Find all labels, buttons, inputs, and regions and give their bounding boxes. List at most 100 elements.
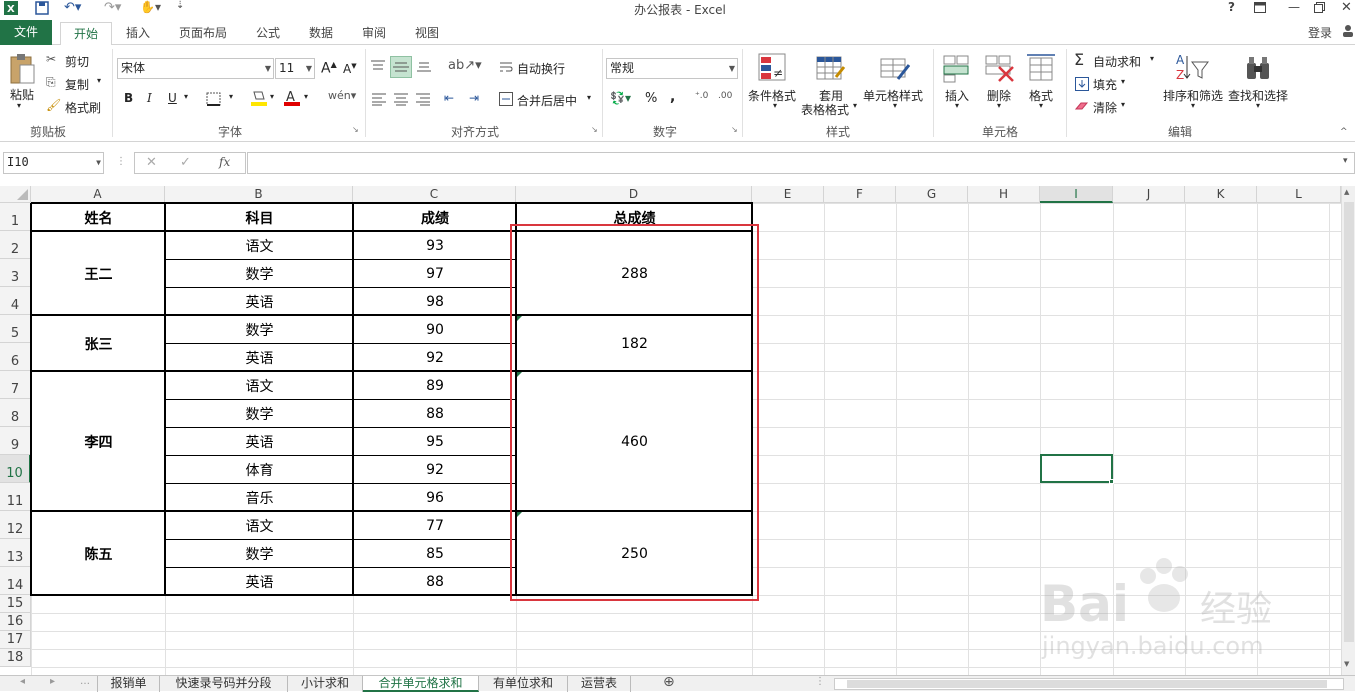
insert-cells-dropdown-icon[interactable]: ▾ [955,101,959,110]
merge-dropdown-icon[interactable]: ▾ [587,93,591,102]
sheet-tab[interactable]: 小计求和 [288,676,363,692]
row-header-14[interactable]: 14 [0,567,31,595]
subject-cell[interactable]: 数学 [166,540,353,567]
column-header-a[interactable]: A [31,186,165,203]
autosum-button[interactable]: 自动求和 [1093,53,1141,70]
name-cell[interactable]: 张三 [32,316,165,371]
score-cell[interactable]: 93 [354,232,516,259]
spreadsheet-grid[interactable]: ABCDEFGHIJKL 1 2 3 4 5 6 7 8 9 10 11 12 13 14 15 16 17 18… [0,186,1355,675]
clear-button[interactable]: 清除 [1093,99,1117,116]
score-cell[interactable]: 88 [354,400,516,427]
sheet-tab[interactable]: 有单位求和 [479,676,568,692]
subject-cell[interactable]: 音乐 [166,484,353,511]
decrease-indent-icon[interactable]: ⇤ [444,91,454,105]
find-select-icon[interactable] [1244,53,1274,83]
horizontal-scroll-thumb[interactable] [847,680,1327,688]
next-sheet-icon[interactable]: ▸ [50,676,55,687]
copy-dropdown-icon[interactable]: ▾ [97,76,101,85]
enter-icon[interactable]: ✓ [180,155,191,170]
score-cell[interactable]: 92 [354,456,516,483]
subject-cell[interactable]: 语文 [166,512,353,539]
name-box[interactable]: I10 ▼ [3,152,104,174]
conditional-format-dropdown-icon[interactable]: ▾ [773,101,777,110]
name-cell[interactable]: 李四 [32,372,165,511]
minimize-icon[interactable]: — [1288,0,1300,14]
paste-dropdown-icon[interactable]: ▾ [17,101,21,110]
tab-review[interactable]: 审阅 [354,22,394,45]
expand-formula-bar-icon[interactable]: ▾ [1343,156,1348,166]
save-icon[interactable] [35,1,49,15]
row-header-8[interactable]: 8 [0,399,31,427]
fill-color-icon[interactable] [250,89,268,107]
touch-mode-icon[interactable]: ✋▾ [140,0,161,14]
redo-icon[interactable]: ↷▾ [104,0,121,15]
phonetic-icon[interactable]: wén▾ [328,89,356,102]
subject-cell[interactable]: 语文 [166,232,353,259]
font-size-select[interactable]: 11 ▼ [275,58,315,79]
wrap-text-icon[interactable] [499,60,513,74]
score-cell[interactable]: 90 [354,316,516,343]
row-header-11[interactable]: 11 [0,483,31,511]
row-header-5[interactable]: 5 [0,315,31,343]
header-cell[interactable]: 姓名 [32,204,165,231]
align-right-icon[interactable] [415,92,431,106]
paste-icon[interactable] [8,53,36,87]
cancel-icon[interactable]: ✕ [146,155,157,170]
format-as-table-label-2[interactable]: 表格格式 [801,101,849,118]
subject-cell[interactable]: 英语 [166,344,353,371]
bold-button[interactable]: B [124,91,133,105]
prev-sheet-icon[interactable]: ◂ [20,676,25,687]
sheet-tab-active[interactable]: 合并单元格求和 [363,676,479,692]
align-left-icon[interactable] [371,92,387,106]
percent-button[interactable]: % [645,91,657,106]
format-as-table-icon[interactable] [816,53,846,83]
subject-cell[interactable]: 语文 [166,372,353,399]
account-icon[interactable] [1343,25,1353,37]
name-cell[interactable]: 陈五 [32,512,165,595]
cell-styles-dropdown-icon[interactable]: ▾ [893,101,897,110]
autosum-dropdown-icon[interactable]: ▾ [1150,54,1154,63]
sheet-tab[interactable]: 运营表 [568,676,631,692]
restore-icon[interactable] [1314,2,1325,13]
merge-center-icon[interactable] [499,92,513,106]
align-top-icon[interactable] [370,59,386,73]
copy-button[interactable]: 复制 [65,76,89,93]
row-header-12[interactable]: 12 [0,511,31,539]
fill-button[interactable]: 填充 [1093,76,1117,93]
ribbon-display-icon[interactable] [1254,2,1266,13]
row-header-10[interactable]: 10 [0,455,31,483]
decrease-decimal-icon[interactable]: .00 [718,91,732,101]
grow-font-button[interactable]: A▲ [321,60,337,77]
font-name-select[interactable]: 宋体 ▼ [117,58,274,79]
help-button[interactable]: ? [1228,0,1235,14]
more-sheets-icon[interactable]: … [80,676,90,687]
alignment-dialog-launcher-icon[interactable]: ↘ [591,125,598,134]
tab-insert[interactable]: 插入 [118,22,158,45]
italic-button[interactable]: I [147,91,152,105]
fill-color-dropdown-icon[interactable]: ▾ [270,92,274,101]
subject-cell[interactable]: 英语 [166,288,353,315]
font-dialog-launcher-icon[interactable]: ↘ [352,125,359,134]
format-cells-icon[interactable] [1026,53,1056,83]
row-header-1[interactable]: 1 [0,203,31,231]
row-header-18[interactable]: 18 [0,649,31,667]
scroll-up-icon[interactable]: ▲ [1344,188,1349,196]
row-header-6[interactable]: 6 [0,343,31,371]
subject-cell[interactable]: 数学 [166,260,353,287]
score-cell[interactable]: 92 [354,344,516,371]
format-cells-dropdown-icon[interactable]: ▾ [1039,101,1043,110]
conditional-format-button[interactable]: 条件格式 [748,87,796,104]
score-cell[interactable]: 96 [354,484,516,511]
underline-dropdown-icon[interactable]: ▾ [184,92,188,101]
new-sheet-icon[interactable]: ⊕ [663,674,675,690]
column-header-f[interactable]: F [824,186,896,203]
row-header-16[interactable]: 16 [0,613,31,631]
increase-indent-icon[interactable]: ⇥ [469,91,479,105]
row-header-13[interactable]: 13 [0,539,31,567]
cut-icon[interactable]: ✂ [46,52,56,66]
collapse-ribbon-icon[interactable]: ^ [1340,127,1348,137]
insert-cells-icon[interactable] [943,53,971,83]
font-color-dropdown-icon[interactable]: ▾ [304,92,308,101]
score-cell[interactable]: 77 [354,512,516,539]
cut-button[interactable]: 剪切 [65,53,89,70]
